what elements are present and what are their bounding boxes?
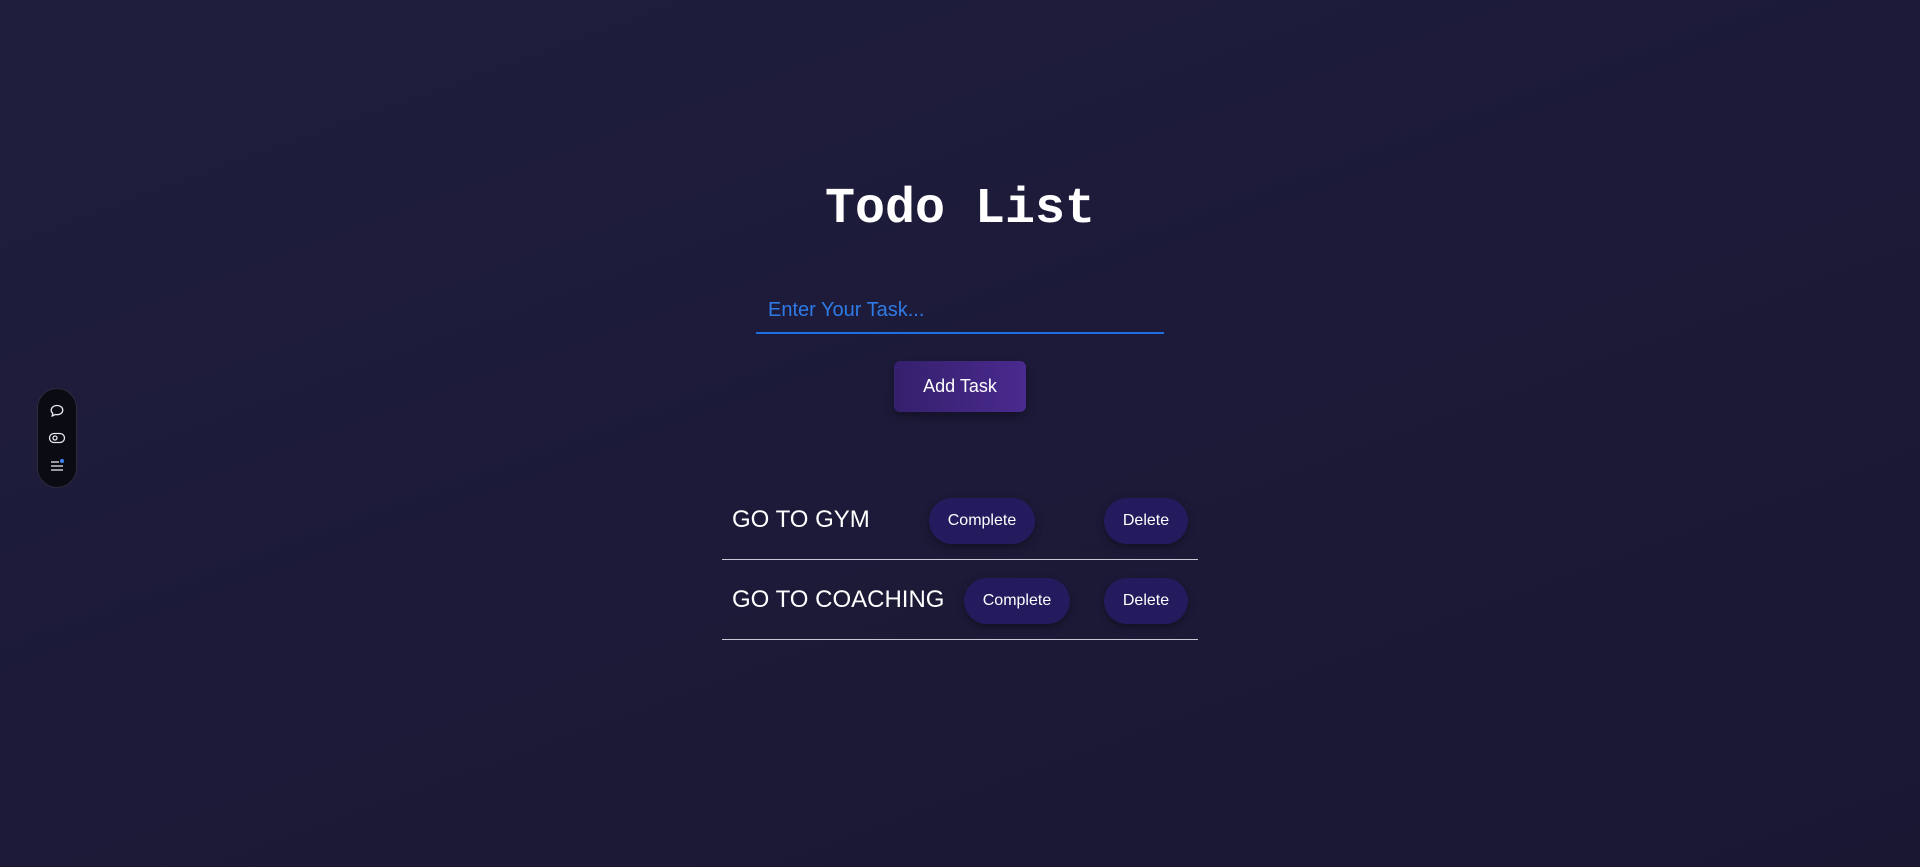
task-item: GO TO GYM Complete Delete xyxy=(722,480,1198,560)
task-input[interactable] xyxy=(756,288,1164,334)
chat-bubble-icon[interactable] xyxy=(46,400,68,422)
delete-button[interactable]: Delete xyxy=(1104,578,1188,624)
task-text: GO TO COACHING xyxy=(732,586,945,613)
add-task-button[interactable]: Add Task xyxy=(894,361,1026,412)
list-menu-icon[interactable] xyxy=(46,454,68,476)
task-item: GO TO COACHING Complete Delete xyxy=(722,560,1198,640)
task-list: GO TO GYM Complete Delete GO TO COACHING… xyxy=(722,480,1198,640)
complete-button[interactable]: Complete xyxy=(964,578,1070,624)
complete-button[interactable]: Complete xyxy=(929,498,1035,544)
page-title: Todo List xyxy=(824,181,1096,238)
task-text: GO TO GYM xyxy=(732,506,870,533)
delete-button[interactable]: Delete xyxy=(1104,498,1188,544)
floating-side-dock xyxy=(37,388,77,488)
eye-toggle-icon[interactable] xyxy=(46,427,68,449)
